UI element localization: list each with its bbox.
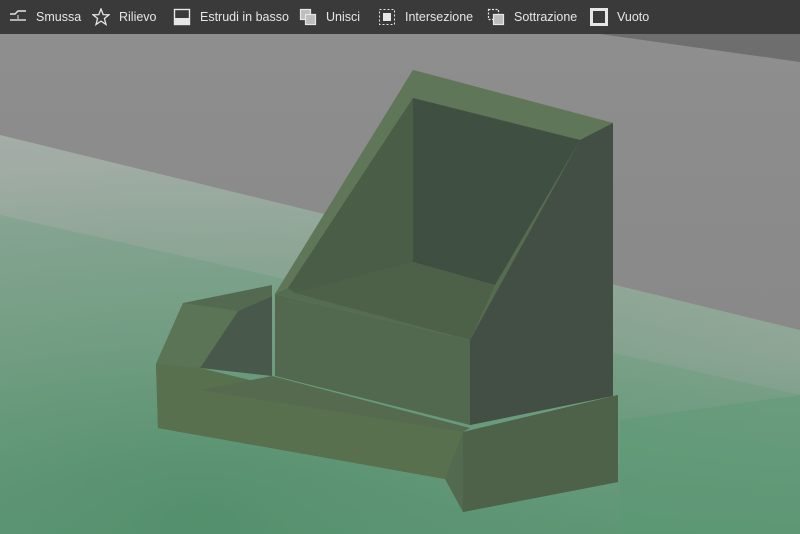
app-window: Smussa Rilievo Estrudi in basso Unisci I…	[0, 0, 800, 534]
intersection-icon	[377, 7, 397, 27]
star-icon	[91, 7, 111, 27]
union-label: Unisci	[326, 10, 361, 24]
hollow-label: Vuoto	[617, 10, 650, 24]
union-button[interactable]: Unisci	[298, 0, 360, 34]
extrude-down-button[interactable]: Estrudi in basso	[172, 0, 289, 34]
3d-viewport[interactable]	[0, 34, 800, 534]
toolbar: Smussa Rilievo Estrudi in basso Unisci I…	[0, 0, 800, 34]
3d-scene[interactable]	[0, 34, 800, 534]
hollow-button[interactable]: Vuoto	[589, 0, 649, 34]
intersection-label: Intersezione	[405, 10, 474, 24]
union-icon	[298, 7, 318, 27]
chamfer-icon	[8, 7, 28, 27]
subtraction-label: Sottrazione	[514, 10, 578, 24]
chamfer-button[interactable]: Smussa	[8, 0, 81, 34]
intersection-button[interactable]: Intersezione	[377, 0, 473, 34]
hollow-icon	[589, 7, 609, 27]
extrude-down-label: Estrudi in basso	[200, 10, 289, 24]
subtraction-icon	[486, 7, 506, 27]
extrude-down-icon	[172, 7, 192, 27]
chamfer-label: Smussa	[36, 10, 82, 24]
emboss-button[interactable]: Rilievo	[91, 0, 157, 34]
subtraction-button[interactable]: Sottrazione	[486, 0, 577, 34]
emboss-label: Rilievo	[119, 10, 157, 24]
